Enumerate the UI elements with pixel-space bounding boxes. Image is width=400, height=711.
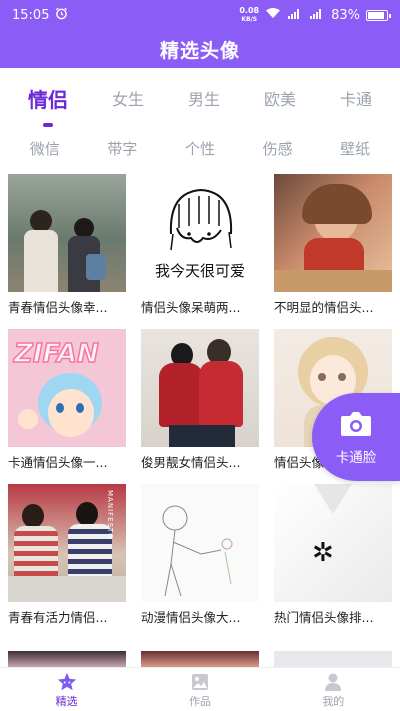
wifi-icon [265,7,281,23]
thumbnail-text: 我今天很可爱 [154,262,245,280]
tab-cartoon[interactable]: 卡通 [334,82,378,114]
thumbnail-text: MANIFESTO [106,490,114,540]
avatar-card[interactable]: 动漫情侣头像大... [141,484,259,626]
nav-label: 我的 [322,694,345,708]
tab-boys[interactable]: 男生 [182,82,226,114]
avatar-card[interactable]: 青春情侣头像幸... [8,174,126,316]
nav-works[interactable]: 作品 [160,671,240,709]
net-speed: 0.08 KB/S [239,6,260,23]
person-icon [322,671,344,693]
app-header: 精选头像 [0,30,400,68]
avatar-thumbnail [8,174,126,292]
battery-percent: 83% [331,7,360,23]
signal-icon [287,8,303,23]
nav-label: 精选 [55,694,78,708]
star-icon [56,671,78,693]
avatar-card[interactable]: 不明显的情侣头... [274,174,392,316]
avatar-caption: 青春情侣头像幸... [8,300,108,315]
nav-featured[interactable]: 精选 [27,671,107,709]
avatar-thumbnail: ZIFAN [8,329,126,447]
nav-mine[interactable]: 我的 [293,671,373,709]
avatar-caption: 动漫情侣头像大... [141,610,241,625]
status-time: 15:05 [12,7,50,23]
avatar-thumbnail: ✲ [274,484,392,602]
image-icon [189,671,211,693]
subcategory-tabs: 微信 带字 个性 伤感 壁纸 [0,128,400,168]
tab-western[interactable]: 欧美 [258,82,302,114]
cartoon-face-label: 卡通脸 [335,450,377,466]
tab-girls[interactable]: 女生 [106,82,150,114]
battery-icon [366,9,391,21]
bottom-navigation: 精选 作品 我的 [0,667,400,711]
cartoon-face-button[interactable]: 卡通脸 [312,393,400,481]
avatar-thumbnail: MANIFESTO [8,484,126,602]
tab-couple[interactable]: 情侣 [22,80,74,127]
alarm-icon [55,7,68,24]
avatar-card[interactable]: ✲ 热门情侣头像排... [274,484,392,626]
avatar-grid-partial-row [8,651,392,667]
camera-icon [339,410,373,442]
subtab-with-text[interactable]: 带字 [107,138,137,159]
avatar-thumbnail [274,174,392,292]
avatar-thumbnail [141,329,259,447]
subtab-wechat[interactable]: 微信 [30,138,60,159]
category-tabs: 情侣 女生 男生 欧美 卡通 [0,68,400,128]
signal-icon [309,8,325,23]
page-title: 精选头像 [159,39,240,62]
avatar-thumbnail[interactable] [141,651,259,667]
status-bar: 15:05 0.08 KB/S 83% [0,0,400,30]
nav-label: 作品 [188,694,211,708]
avatar-card[interactable]: 俊男靓女情侣头... [141,329,259,471]
avatar-caption: 青春有活力情侣... [8,610,108,625]
avatar-caption: 情侣头像呆萌两... [141,300,241,315]
avatar-caption: 不明显的情侣头... [274,300,374,315]
avatar-caption: 俊男靓女情侣头... [141,455,241,470]
avatar-thumbnail[interactable] [274,651,392,667]
avatar-card[interactable]: MANIFESTO 青春有活力情侣... [8,484,126,626]
avatar-caption: 卡通情侣头像一... [8,455,108,470]
avatar-thumbnail [141,484,259,602]
avatar-thumbnail: 我今天很可爱 [141,174,259,292]
avatar-card[interactable]: ZIFAN 卡通情侣头像一... [8,329,126,471]
avatar-card[interactable]: 我今天很可爱 情侣头像呆萌两... [141,174,259,316]
subtab-wallpaper[interactable]: 壁纸 [340,138,370,159]
subtab-personality[interactable]: 个性 [185,138,215,159]
avatar-thumbnail[interactable] [8,651,126,667]
subtab-sad[interactable]: 伤感 [263,138,293,159]
avatar-caption: 热门情侣头像排... [274,610,374,625]
thumbnail-text: ZIFAN [13,338,99,370]
